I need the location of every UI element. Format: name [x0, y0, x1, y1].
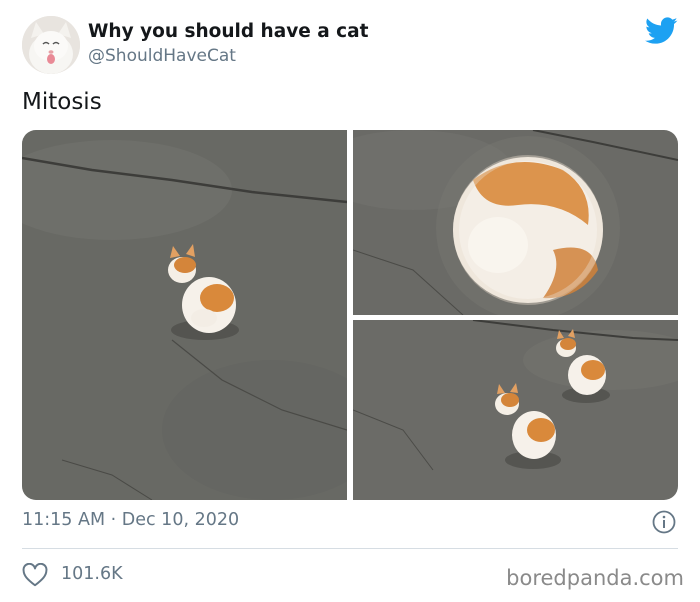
heart-icon[interactable]	[22, 562, 48, 587]
tweet-text: Mitosis	[22, 89, 102, 115]
display-name[interactable]: Why you should have a cat	[88, 21, 368, 42]
photo-spinning-kitten[interactable]	[353, 130, 678, 315]
twitter-bird-icon[interactable]	[645, 17, 678, 45]
divider	[22, 548, 678, 549]
avatar[interactable]	[22, 16, 80, 74]
watermark: boredpanda.com	[506, 566, 684, 590]
tweet-timestamp[interactable]: 11:15 AM · Dec 10, 2020	[22, 510, 239, 530]
photo-two-kittens[interactable]	[353, 320, 678, 500]
user-handle[interactable]: @ShouldHaveCat	[88, 46, 236, 66]
media-grid[interactable]	[22, 130, 678, 500]
like-count[interactable]: 101.6K	[61, 564, 123, 584]
photo-single-kitten[interactable]	[22, 130, 347, 500]
info-icon[interactable]	[652, 510, 676, 534]
